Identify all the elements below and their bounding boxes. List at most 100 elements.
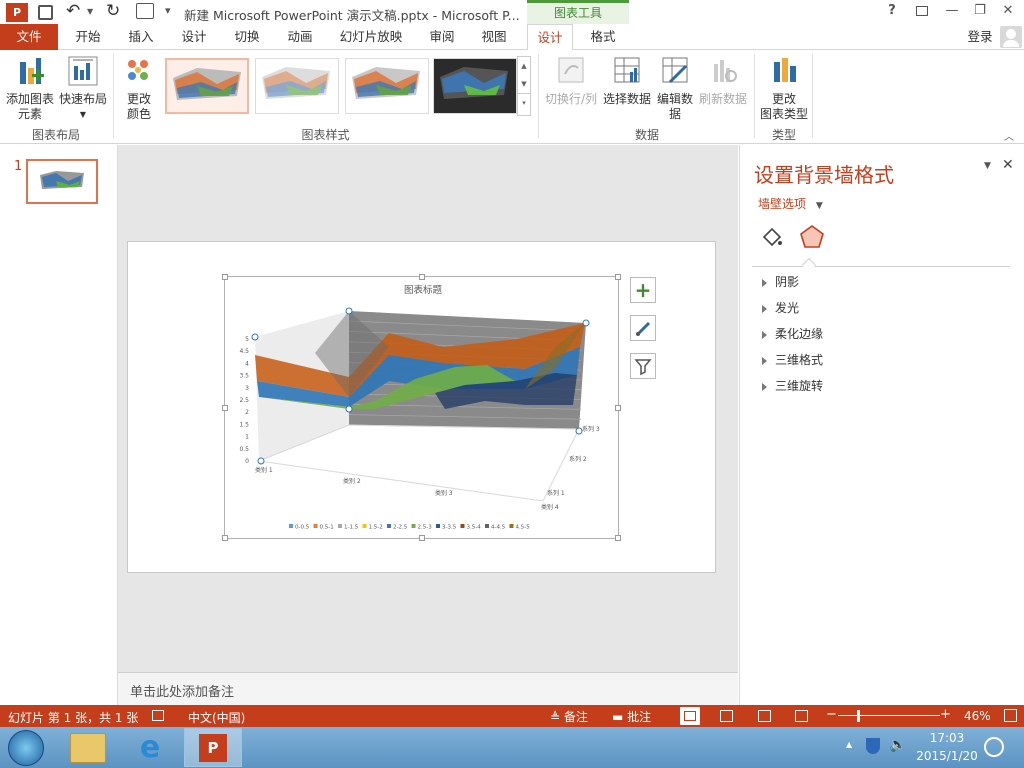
chart-filter-icon[interactable] bbox=[630, 353, 656, 379]
slide-count[interactable]: 幻灯片 第 1 张，共 1 张 bbox=[8, 709, 138, 726]
normal-view-button[interactable] bbox=[680, 707, 700, 725]
chart-style-1[interactable] bbox=[165, 58, 249, 114]
chart-legend[interactable]: 0-0.5 0.5-1 1-1.5 1.5-2 2-2.5 2.5-3 3-3.5 3.5-4… bbox=[289, 524, 530, 531]
section-3d-rotation[interactable]: 三维旋转 bbox=[762, 377, 823, 394]
section-shadow[interactable]: 阴影 bbox=[762, 273, 799, 290]
tab-home[interactable]: 开始 bbox=[68, 24, 108, 50]
customize-toolbar-icon[interactable]: ▾ bbox=[165, 4, 171, 17]
clock-time[interactable]: 17:03 bbox=[915, 731, 979, 745]
tab-view[interactable]: 视图 bbox=[474, 24, 514, 50]
tab-review[interactable]: 审阅 bbox=[422, 24, 462, 50]
start-button-icon[interactable] bbox=[8, 730, 44, 766]
tab-chart-design[interactable]: 设计 bbox=[527, 24, 573, 51]
tab-insert[interactable]: 插入 bbox=[121, 24, 161, 50]
pane-close-icon[interactable]: ✕ bbox=[1002, 157, 1014, 173]
notes-toggle[interactable]: ≜ 备注 bbox=[550, 708, 588, 725]
gallery-down-icon[interactable]: ▼ bbox=[518, 75, 530, 93]
ribbon-display-options-button[interactable] bbox=[910, 3, 934, 21]
slideshow-view-icon[interactable] bbox=[795, 710, 808, 722]
volume-icon[interactable]: 🔈 bbox=[889, 737, 906, 753]
restore-button[interactable]: ❐ bbox=[968, 3, 992, 21]
gallery-more-icon[interactable]: ▾ bbox=[518, 93, 530, 112]
resize-handle-icon[interactable] bbox=[419, 535, 425, 541]
language-indicator[interactable]: 中文(中国) bbox=[188, 709, 245, 726]
resize-handle-icon[interactable] bbox=[615, 535, 621, 541]
undo-dropdown-icon[interactable]: ▼ bbox=[87, 7, 93, 16]
surface-chart[interactable]: 图表标题 00.511.522.533.544.55 类别 1类别 2类别 3类… bbox=[225, 277, 620, 540]
minimize-button[interactable]: — bbox=[940, 3, 964, 21]
refresh-data-button[interactable]: 刷新数据 bbox=[697, 54, 749, 107]
resize-handle-icon[interactable] bbox=[615, 274, 621, 280]
handle-icon[interactable] bbox=[345, 405, 353, 413]
resize-handle-icon[interactable] bbox=[222, 274, 228, 280]
fit-to-window-icon[interactable] bbox=[1004, 709, 1017, 722]
resize-handle-icon[interactable] bbox=[615, 405, 621, 411]
brightness-icon[interactable] bbox=[984, 737, 1004, 757]
change-colors-button[interactable]: 更改 颜色 bbox=[118, 54, 160, 122]
chart-style-3[interactable] bbox=[345, 58, 429, 114]
slide-sorter-icon[interactable] bbox=[720, 710, 733, 722]
help-button[interactable]: ? bbox=[880, 3, 904, 21]
handle-icon[interactable] bbox=[582, 319, 590, 327]
fill-line-tab[interactable] bbox=[760, 225, 784, 249]
style-gallery-scroll[interactable]: ▲ ▼ ▾ bbox=[517, 56, 531, 116]
chart-title[interactable]: 图表标题 bbox=[404, 284, 443, 296]
redo-icon[interactable]: ↻ bbox=[106, 1, 120, 21]
powerpoint-taskbar-button[interactable]: P bbox=[184, 728, 242, 767]
wall-options-dropdown[interactable]: 墙壁选项 ▼ bbox=[758, 195, 823, 212]
tab-slideshow[interactable]: 幻灯片放映 bbox=[334, 24, 408, 50]
internet-explorer-icon[interactable]: e bbox=[132, 731, 168, 765]
slide-thumbnail[interactable] bbox=[26, 159, 98, 204]
section-3d-format[interactable]: 三维格式 bbox=[762, 351, 823, 368]
collapse-ribbon-icon[interactable]: ︿ bbox=[1004, 128, 1014, 143]
resize-handle-icon[interactable] bbox=[222, 535, 228, 541]
gallery-up-icon[interactable]: ▲ bbox=[518, 57, 530, 75]
notes-pane[interactable]: 单击此处添加备注 bbox=[118, 672, 738, 705]
powerpoint-app-icon[interactable]: P bbox=[6, 3, 28, 22]
chart-style-2[interactable] bbox=[255, 58, 339, 114]
handle-icon[interactable] bbox=[575, 427, 583, 435]
edit-data-button[interactable]: 编辑数 据 bbox=[654, 54, 696, 122]
add-chart-element-button[interactable]: 添加图表 元素 bbox=[4, 54, 56, 122]
zoom-level[interactable]: 46% bbox=[964, 709, 991, 723]
tab-animations[interactable]: 动画 bbox=[280, 24, 320, 50]
section-soft-edges[interactable]: 柔化边缘 bbox=[762, 325, 823, 342]
handle-icon[interactable] bbox=[251, 333, 259, 341]
show-hidden-icons-icon[interactable]: ▲ bbox=[846, 740, 852, 749]
chart-style-4[interactable] bbox=[433, 58, 517, 114]
slide-canvas[interactable]: 图表标题 0 0.5 1 1.5 2 2.5 3 3.5 4 4.5 5 类别 1 类别 2 类别 3类… bbox=[127, 241, 716, 573]
start-from-beginning-icon[interactable] bbox=[136, 3, 154, 19]
login-link[interactable]: 登录 bbox=[962, 24, 998, 50]
resize-handle-icon[interactable] bbox=[222, 405, 228, 411]
tab-chart-format[interactable]: 格式 bbox=[583, 24, 623, 50]
reading-view-icon[interactable] bbox=[758, 710, 771, 722]
notes-placeholder[interactable]: 单击此处添加备注 bbox=[130, 681, 234, 700]
change-chart-type-button[interactable]: 更改 图表类型 bbox=[758, 54, 810, 122]
zoom-in-icon[interactable]: + bbox=[940, 707, 951, 722]
save-icon[interactable] bbox=[38, 5, 53, 20]
zoom-slider-thumb[interactable] bbox=[857, 710, 860, 722]
zoom-out-icon[interactable]: − bbox=[826, 707, 837, 722]
spell-check-icon[interactable] bbox=[152, 710, 164, 721]
clock-date[interactable]: 2015/1/20 bbox=[910, 749, 984, 763]
select-data-button[interactable]: 选择数据 bbox=[601, 54, 653, 107]
handle-icon[interactable] bbox=[345, 307, 353, 315]
undo-icon[interactable]: ↶ bbox=[66, 1, 80, 21]
section-glow[interactable]: 发光 bbox=[762, 299, 799, 316]
pane-options-dropdown-icon[interactable]: ▼ bbox=[984, 161, 991, 171]
resize-handle-icon[interactable] bbox=[419, 274, 425, 280]
security-shield-icon[interactable] bbox=[866, 738, 880, 754]
switch-row-column-button[interactable]: 切换行/列 bbox=[542, 54, 600, 107]
effects-tab[interactable] bbox=[798, 223, 826, 251]
zoom-slider[interactable] bbox=[838, 715, 940, 716]
tab-file[interactable]: 文件 bbox=[0, 24, 58, 50]
chart-elements-plus-icon[interactable]: + bbox=[630, 277, 656, 303]
chart-styles-brush-icon[interactable] bbox=[630, 315, 656, 341]
handle-icon[interactable] bbox=[257, 457, 265, 465]
tab-design[interactable]: 设计 bbox=[174, 24, 214, 50]
chart-object[interactable]: 图表标题 0 0.5 1 1.5 2 2.5 3 3.5 4 4.5 5 类别 1 类别 2 类别 3类… bbox=[222, 274, 621, 541]
quick-layout-button[interactable]: 快速布局 ▼ bbox=[58, 54, 108, 122]
user-avatar-icon[interactable] bbox=[1000, 26, 1022, 48]
tab-transitions[interactable]: 切换 bbox=[227, 24, 267, 50]
comments-toggle[interactable]: ▬ 批注 bbox=[612, 708, 651, 725]
